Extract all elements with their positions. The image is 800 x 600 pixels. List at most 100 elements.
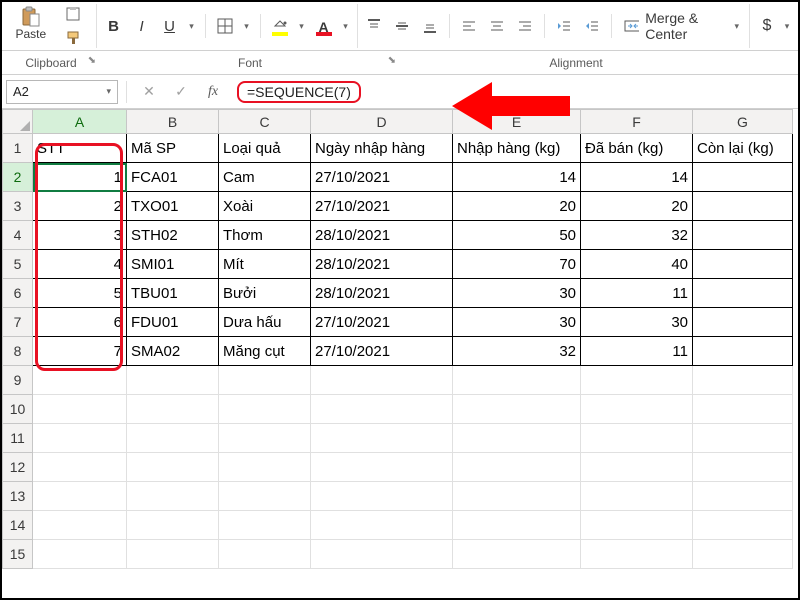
- cell[interactable]: Bưởi: [219, 279, 311, 308]
- font-color-dropdown[interactable]: ▾: [339, 12, 353, 40]
- fill-color-button[interactable]: [267, 12, 293, 40]
- cell[interactable]: TXO01: [127, 192, 219, 221]
- cell[interactable]: 70: [453, 250, 581, 279]
- currency-dropdown[interactable]: ▾: [780, 12, 794, 40]
- cell[interactable]: Loại quả: [219, 134, 311, 163]
- cell[interactable]: Cam: [219, 163, 311, 192]
- column-header[interactable]: C: [219, 110, 311, 134]
- cell[interactable]: [693, 337, 793, 366]
- grid-table[interactable]: A B C D E F G 1 STT Mã SP Loại quả Ngày …: [2, 109, 793, 569]
- column-header[interactable]: A: [33, 110, 127, 134]
- cell[interactable]: 11: [581, 279, 693, 308]
- cell[interactable]: [33, 366, 127, 395]
- cancel-formula-button[interactable]: ✕: [135, 80, 163, 104]
- italic-button[interactable]: I: [129, 12, 155, 40]
- cell[interactable]: Măng cụt: [219, 337, 311, 366]
- cell[interactable]: [311, 424, 453, 453]
- row-header[interactable]: 8: [3, 337, 33, 366]
- cell[interactable]: SMI01: [127, 250, 219, 279]
- cell[interactable]: [127, 395, 219, 424]
- row-header[interactable]: 2: [3, 163, 33, 192]
- cell[interactable]: [33, 540, 127, 569]
- cell[interactable]: STT: [33, 134, 127, 163]
- cell[interactable]: 4: [33, 250, 127, 279]
- column-header[interactable]: D: [311, 110, 453, 134]
- cell[interactable]: [33, 511, 127, 540]
- cell[interactable]: 14: [453, 163, 581, 192]
- cell[interactable]: 6: [33, 308, 127, 337]
- row-header[interactable]: 7: [3, 308, 33, 337]
- cell[interactable]: 27/10/2021: [311, 337, 453, 366]
- align-bottom-button[interactable]: [417, 12, 443, 40]
- cell[interactable]: 30: [581, 308, 693, 337]
- cell-active[interactable]: 1: [33, 163, 127, 192]
- borders-button[interactable]: [212, 12, 238, 40]
- align-top-button[interactable]: [361, 12, 387, 40]
- cell[interactable]: Đã bán (kg): [581, 134, 693, 163]
- row-header[interactable]: 1: [3, 134, 33, 163]
- cell[interactable]: Dưa hấu: [219, 308, 311, 337]
- cell[interactable]: 27/10/2021: [311, 163, 453, 192]
- row-header[interactable]: 13: [3, 482, 33, 511]
- cell[interactable]: [127, 482, 219, 511]
- cell[interactable]: [219, 482, 311, 511]
- cell[interactable]: 14: [581, 163, 693, 192]
- cell[interactable]: [311, 482, 453, 511]
- decrease-indent-button[interactable]: [551, 12, 577, 40]
- chevron-down-icon[interactable]: ▾: [106, 86, 111, 97]
- cell[interactable]: [453, 540, 581, 569]
- cell[interactable]: Còn lại (kg): [693, 134, 793, 163]
- name-box[interactable]: A2 ▾: [6, 80, 118, 104]
- cell[interactable]: [311, 395, 453, 424]
- column-header[interactable]: E: [453, 110, 581, 134]
- cell[interactable]: [693, 366, 793, 395]
- align-right-button[interactable]: [512, 12, 538, 40]
- cell[interactable]: Xoài: [219, 192, 311, 221]
- cell[interactable]: [581, 366, 693, 395]
- row-header[interactable]: 10: [3, 395, 33, 424]
- cell[interactable]: 40: [581, 250, 693, 279]
- cell[interactable]: [33, 424, 127, 453]
- cell[interactable]: 2: [33, 192, 127, 221]
- cell[interactable]: TBU01: [127, 279, 219, 308]
- cell[interactable]: 50: [453, 221, 581, 250]
- enter-formula-button[interactable]: ✓: [167, 80, 195, 104]
- cell[interactable]: [693, 540, 793, 569]
- cell[interactable]: [219, 395, 311, 424]
- cell[interactable]: [453, 482, 581, 511]
- column-header[interactable]: B: [127, 110, 219, 134]
- cell[interactable]: [33, 482, 127, 511]
- cell[interactable]: [219, 540, 311, 569]
- cell[interactable]: [219, 511, 311, 540]
- font-color-button[interactable]: A: [311, 12, 337, 40]
- cell[interactable]: 28/10/2021: [311, 221, 453, 250]
- underline-dropdown[interactable]: ▾: [185, 12, 199, 40]
- cell[interactable]: Nhập hàng (kg): [453, 134, 581, 163]
- cell[interactable]: [33, 395, 127, 424]
- cell[interactable]: [693, 250, 793, 279]
- cell[interactable]: [693, 308, 793, 337]
- cell[interactable]: [127, 453, 219, 482]
- align-center-button[interactable]: [484, 12, 510, 40]
- cell[interactable]: 28/10/2021: [311, 250, 453, 279]
- cell[interactable]: [219, 424, 311, 453]
- cell[interactable]: [581, 453, 693, 482]
- dialog-launcher-icon[interactable]: ⬊: [88, 55, 96, 66]
- cell[interactable]: [453, 453, 581, 482]
- cell[interactable]: Mã SP: [127, 134, 219, 163]
- underline-button[interactable]: U: [157, 12, 183, 40]
- dialog-launcher-icon[interactable]: ⬊: [388, 55, 396, 66]
- cell[interactable]: [581, 511, 693, 540]
- cell[interactable]: STH02: [127, 221, 219, 250]
- format-painter-button[interactable]: [62, 27, 86, 49]
- align-left-button[interactable]: [456, 12, 482, 40]
- cell[interactable]: FDU01: [127, 308, 219, 337]
- cell[interactable]: Thơm: [219, 221, 311, 250]
- currency-button[interactable]: $: [754, 12, 780, 40]
- cell[interactable]: [693, 279, 793, 308]
- cell[interactable]: [581, 482, 693, 511]
- cell[interactable]: [219, 453, 311, 482]
- column-header[interactable]: G: [693, 110, 793, 134]
- cut-button[interactable]: [62, 3, 86, 25]
- cell[interactable]: Mít: [219, 250, 311, 279]
